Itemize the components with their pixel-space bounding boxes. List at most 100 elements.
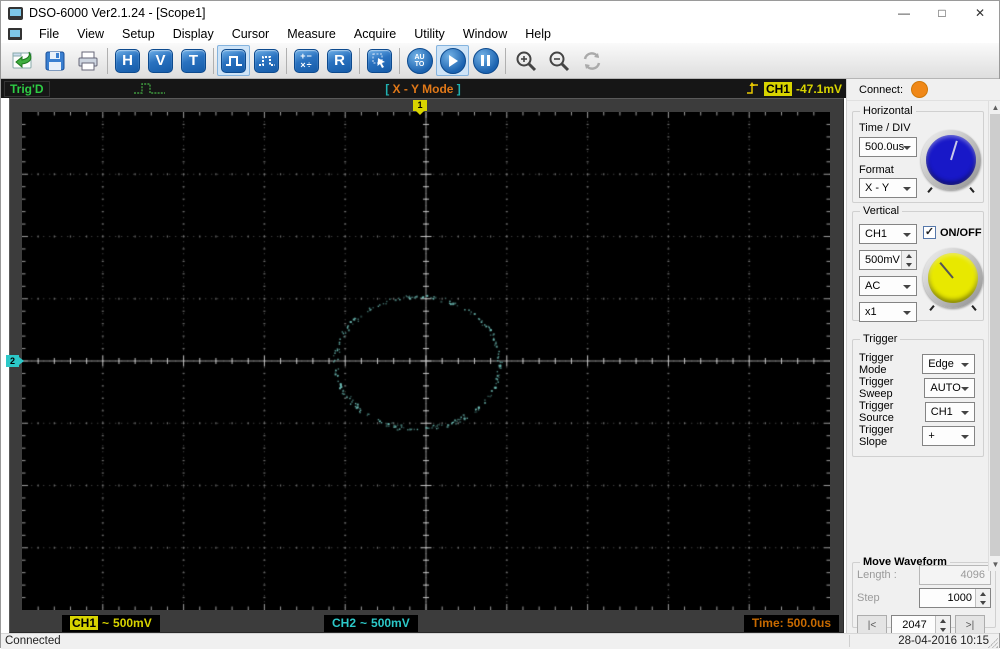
menu-window[interactable]: Window <box>454 27 516 41</box>
save-floppy-icon <box>45 51 64 70</box>
length-label: Length : <box>857 569 897 581</box>
trigger-source-select[interactable]: CH1 <box>924 402 975 422</box>
trigger-slope-label: Trigger Slope <box>859 424 894 448</box>
pulse-mode-button[interactable] <box>217 45 250 76</box>
rising-edge-icon <box>746 82 758 94</box>
spin-up-icon[interactable] <box>976 589 990 598</box>
waveform-display[interactable] <box>22 112 830 610</box>
scroll-down-icon[interactable]: ▼ <box>989 558 1000 571</box>
chevron-down-icon <box>961 387 969 391</box>
minimize-button[interactable]: — <box>885 1 923 25</box>
zoom-out-button[interactable] <box>542 45 575 76</box>
ch1-readout: CH1 ~ 500mV <box>62 614 160 632</box>
t-icon: T <box>181 48 206 73</box>
printer-icon <box>78 51 97 70</box>
scope-readout-bar: CH1 ~ 500mV CH2 ~ 500mV Time: 500.0us <box>12 614 841 632</box>
resize-grip[interactable] <box>988 638 998 648</box>
chevron-down-icon <box>961 411 969 415</box>
chevron-down-icon <box>961 435 969 439</box>
probe-select[interactable]: x1 <box>859 302 917 322</box>
chevron-down-icon <box>903 146 911 150</box>
onoff-checkbox[interactable]: ✓ <box>923 226 936 239</box>
maximize-button[interactable]: □ <box>923 1 961 25</box>
trigger-status: Trig'D <box>4 80 50 97</box>
autoset-button[interactable]: AU TO <box>403 45 436 76</box>
scroll-up-icon[interactable]: ▲ <box>989 101 1000 114</box>
vertical-settings-button[interactable]: V <box>144 45 177 76</box>
cursor-tool-button[interactable] <box>363 45 396 76</box>
menu-setup[interactable]: Setup <box>113 27 164 41</box>
spin-up-icon[interactable] <box>936 616 950 625</box>
horizontal-group: Horizontal Time / DIV 500.0us Format X -… <box>852 105 984 203</box>
menubar: File View Setup Display Cursor Measure A… <box>1 25 999 43</box>
trigger-level-readout: CH1 -47.1mV <box>746 81 842 96</box>
horizontal-settings-button[interactable]: H <box>111 45 144 76</box>
length-field: 4096 <box>919 565 991 585</box>
scope-document-icon[interactable] <box>8 28 22 40</box>
zoom-in-button[interactable] <box>509 45 542 76</box>
pulse-measure-button[interactable] <box>250 45 283 76</box>
connect-indicator-button[interactable] <box>911 81 929 98</box>
toolbar-separator <box>359 47 360 74</box>
waveform-last-button[interactable]: >| <box>955 615 985 635</box>
v-icon: V <box>148 48 173 73</box>
trigger-settings-button[interactable]: T <box>177 45 210 76</box>
trigger-sweep-label: Trigger Sweep <box>859 376 894 400</box>
chevron-down-icon <box>903 311 911 315</box>
waveform-first-button[interactable]: |< <box>857 615 887 635</box>
chevron-down-icon <box>903 285 911 289</box>
app-window: DSO-6000 Ver2.1.24 - [Scope1] — □ ✕ File… <box>0 0 1000 649</box>
format-label: Format <box>859 164 894 176</box>
spin-down-icon[interactable] <box>976 598 990 607</box>
run-button[interactable] <box>436 45 469 76</box>
spin-up-icon[interactable] <box>902 251 916 260</box>
menu-acquire[interactable]: Acquire <box>345 27 405 41</box>
trigger-position-marker[interactable]: 1 <box>413 100 427 115</box>
chevron-down-icon <box>903 187 911 191</box>
toolbar: H V T +− ×÷ R AU TO <box>1 43 999 79</box>
trigger-slope-select[interactable]: + <box>922 426 975 446</box>
close-button[interactable]: ✕ <box>961 1 999 25</box>
menu-help[interactable]: Help <box>516 27 560 41</box>
refresh-button[interactable] <box>575 45 608 76</box>
zoom-out-icon <box>549 51 569 71</box>
statusbar: Connected 28-04-2016 10:15 <box>1 633 999 649</box>
menu-file[interactable]: File <box>30 27 68 41</box>
position-spinner[interactable]: 2047 <box>891 615 951 635</box>
cursor-arrow-icon <box>367 48 392 73</box>
math-button[interactable]: +− ×÷ <box>290 45 323 76</box>
vertical-group-title: Vertical <box>860 205 903 217</box>
trigger-group-title: Trigger <box>860 333 901 345</box>
menu-utility[interactable]: Utility <box>405 27 454 41</box>
step-spinner[interactable]: 1000 <box>919 588 991 608</box>
menu-display[interactable]: Display <box>164 27 223 41</box>
print-button[interactable] <box>71 45 104 76</box>
channel2-position-marker[interactable]: 2 <box>6 355 24 367</box>
trigger-mode-select[interactable]: Edge <box>922 354 975 374</box>
toolbar-separator <box>286 47 287 74</box>
menu-measure[interactable]: Measure <box>278 27 345 41</box>
volt-div-spinner[interactable]: 500mV <box>859 250 917 270</box>
scrollbar-thumb[interactable] <box>990 114 1000 556</box>
pulse-indicator-icon <box>134 83 165 94</box>
time-div-select[interactable]: 500.0us <box>859 137 917 157</box>
panel-scrollbar[interactable]: ▲ ▼ <box>988 101 1000 571</box>
control-panel: Connect: Horizontal Time / DIV 500.0us F… <box>846 79 1000 635</box>
spin-down-icon[interactable] <box>902 260 916 269</box>
ref-waveform-button[interactable]: R <box>323 45 356 76</box>
math-operators-icon: +− ×÷ <box>294 48 319 73</box>
scope-status-strip: Trig'D [ X - Y Mode ] CH1 -47.1mV <box>1 79 846 98</box>
save-button[interactable] <box>38 45 71 76</box>
menu-view[interactable]: View <box>68 27 113 41</box>
channel-select[interactable]: CH1 <box>859 224 917 244</box>
open-button[interactable] <box>5 45 38 76</box>
vertical-knob[interactable] <box>923 248 983 311</box>
pause-button[interactable] <box>469 45 502 76</box>
horizontal-knob[interactable] <box>921 130 981 193</box>
trigger-level-value: -47.1mV <box>795 81 842 96</box>
menu-cursor[interactable]: Cursor <box>223 27 279 41</box>
coupling-select[interactable]: AC <box>859 276 917 296</box>
step-label: Step <box>857 592 880 604</box>
format-select[interactable]: X - Y <box>859 178 917 198</box>
trigger-sweep-select[interactable]: AUTO <box>924 378 975 398</box>
